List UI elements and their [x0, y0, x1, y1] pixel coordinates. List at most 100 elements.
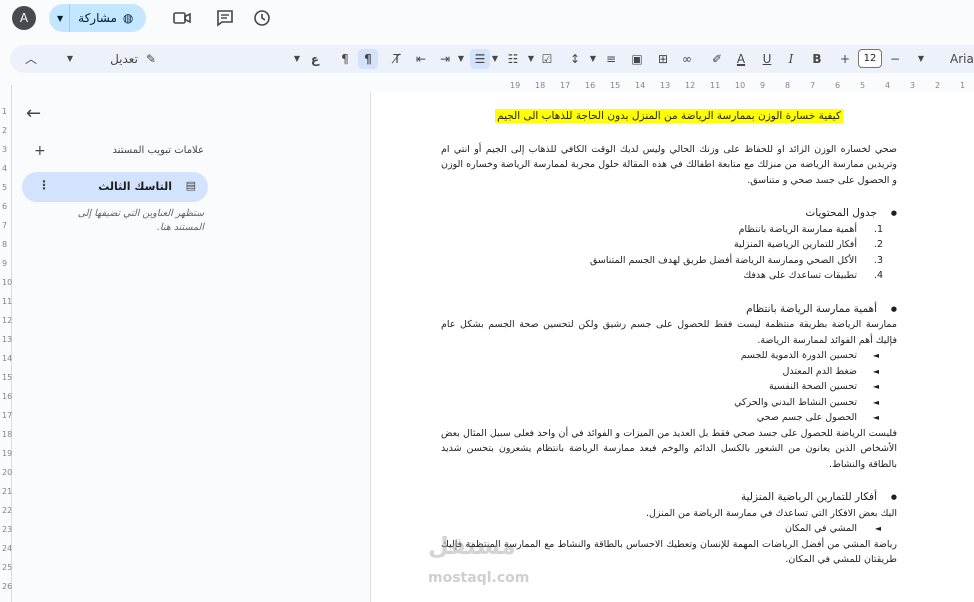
- mode-dropdown-chevron-icon[interactable]: ▼: [64, 49, 76, 69]
- ruler-tick-label: 25: [2, 563, 13, 572]
- share-divider: [69, 4, 71, 32]
- ruler-tick-label: 3: [2, 145, 8, 154]
- italic-icon[interactable]: I: [784, 49, 798, 69]
- underline-icon[interactable]: U: [760, 49, 774, 69]
- align-chevron-icon[interactable]: ▼: [588, 49, 598, 69]
- ruler-tick-label: 11: [2, 297, 13, 306]
- numbered-list-chevron-icon[interactable]: ▼: [490, 49, 500, 69]
- rtl-icon[interactable]: ¶: [358, 49, 378, 69]
- ruler-tick-label: 7: [810, 81, 816, 90]
- collapse-menus-icon[interactable]: ︿: [24, 49, 38, 69]
- ruler-tick-label: 6: [835, 81, 841, 90]
- ruler-tick-label: 2: [2, 126, 8, 135]
- tab-item-label: التاسك الثالث: [98, 180, 172, 193]
- ruler-tick-label: 1: [960, 81, 966, 90]
- ruler-tick-label: 24: [2, 544, 13, 553]
- ruler-tick-label: 10: [2, 278, 13, 287]
- numbered-list-icon[interactable]: ☰: [470, 49, 490, 69]
- indent-chevron-icon[interactable]: ▼: [456, 49, 466, 69]
- ruler-tick-label: 4: [2, 164, 8, 173]
- ruler-tick-label: 21: [2, 487, 13, 496]
- top-header: A ▼ مشاركة ◍: [0, 0, 974, 40]
- document-body[interactable]: كيفية خسارة الوزن بممارسة الرياضة من الم…: [441, 109, 897, 568]
- increase-font-size-icon[interactable]: +: [838, 49, 852, 69]
- section1-paragraph: ممارسة الرياضة بطريقة منتظمة ليست فقط لل…: [441, 319, 897, 346]
- clear-formatting-icon[interactable]: T̸: [390, 49, 404, 69]
- section2-heading: أفكار للتمارين الرياضية المنزلية: [441, 490, 897, 506]
- ruler-tick-label: 23: [2, 525, 13, 534]
- share-dropdown-chevron-icon[interactable]: ▼: [57, 14, 63, 23]
- ruler-tick-label: 22: [2, 506, 13, 515]
- benefit-item: ضغط الدم المعتدل: [441, 364, 897, 380]
- toc-item: 2. أفكار للتمارين الرياضية المنزلية: [733, 239, 883, 250]
- document-tab-icon: ▤: [185, 179, 196, 192]
- section1-paragraph-2: فليست الرياضة للحصول على جسد صحي فقط بل …: [441, 427, 897, 470]
- ruler-tick-label: 11: [710, 81, 721, 90]
- globe-icon: ◍: [122, 11, 134, 25]
- back-arrow-icon[interactable]: ←: [26, 103, 41, 124]
- insert-image-icon[interactable]: ▣: [630, 49, 644, 69]
- benefit-item: الحصول على جسم صحي: [441, 410, 897, 426]
- align-icon[interactable]: ≡: [604, 49, 618, 69]
- toc-item: 1. أهمية ممارسة الرياضة بانتظام: [738, 223, 883, 235]
- formatting-toolbar: ︿ ▼ تعديل ✎ ▼ ع ¶ ¶ T̸ ⇤ ⇥ ▼ ☰ ▼ ☷ ▼ ☑ ↕…: [10, 45, 974, 73]
- ruler-tick-label: 15: [610, 81, 621, 90]
- decrease-indent-icon[interactable]: ⇤: [414, 49, 428, 69]
- meet-video-icon[interactable]: [172, 8, 192, 28]
- ruler-tick-label: 8: [785, 81, 791, 90]
- benefit-item: تحسين الصحة النفسية: [441, 379, 897, 395]
- font-size-input[interactable]: 12: [858, 49, 882, 68]
- decrease-font-size-icon[interactable]: −: [888, 49, 902, 69]
- section2-intro: اليك بعض الافكار التي تساعدك في ممارسة ا…: [645, 507, 897, 519]
- toc-item: 4. تطبيقات تساعدك على هدفك: [743, 270, 883, 281]
- ruler-tick-label: 13: [2, 335, 13, 344]
- ruler-tick-label: 19: [510, 81, 521, 90]
- mode-label[interactable]: تعديل: [110, 49, 138, 69]
- account-avatar[interactable]: A: [12, 6, 36, 30]
- ruler-tick-label: 17: [560, 81, 571, 90]
- add-tab-icon[interactable]: +: [34, 143, 46, 159]
- bulleted-list-icon[interactable]: ☷: [506, 49, 520, 69]
- ruler-tick-label: 5: [860, 81, 866, 90]
- ruler-tick-label: 2: [935, 81, 941, 90]
- highlight-color-icon[interactable]: ✐: [710, 49, 724, 69]
- document-page[interactable]: كيفية خسارة الوزن بممارسة الرياضة من الم…: [370, 92, 974, 602]
- ruler-tick-label: 26: [2, 582, 13, 591]
- watermark-url: mostaql.com: [428, 570, 530, 586]
- font-family-select[interactable]: Arial: [950, 49, 974, 69]
- vertical-ruler: 1 2 3 4 5 6 7 8 9 10 11 12 13 14 15 16 17 18 19 20 21 22 23 24 2…: [0, 85, 12, 602]
- tab-item-active[interactable]: ⋮ التاسك الثالث ▤: [22, 172, 208, 202]
- ruler-tick-label: 1: [2, 107, 8, 116]
- add-comment-icon[interactable]: ⊞: [656, 49, 670, 69]
- checklist-icon[interactable]: ☑: [540, 49, 554, 69]
- benefit-item: تحسين الدورة الدموية للجسم: [441, 348, 897, 364]
- ruler-tick-label: 3: [910, 81, 916, 90]
- ruler-tick-label: 16: [2, 392, 13, 401]
- font-dropdown-chevron-icon[interactable]: ▼: [916, 49, 926, 69]
- ruler-tick-label: 10: [735, 81, 746, 90]
- ltr-icon[interactable]: ¶: [338, 49, 352, 69]
- ruler-tick-label: 7: [2, 221, 8, 230]
- document-tabs-title: علامات تبويب المستند: [112, 145, 205, 156]
- ruler-tick-label: 9: [760, 81, 766, 90]
- input-tools-icon[interactable]: ع: [308, 49, 322, 69]
- ruler-tick-label: 17: [2, 411, 13, 420]
- increase-indent-icon[interactable]: ⇥: [438, 49, 452, 69]
- input-tools-chevron-icon[interactable]: ▼: [292, 49, 302, 69]
- bulleted-list-chevron-icon[interactable]: ▼: [526, 49, 536, 69]
- benefit-item: تحسين النشاط البدني والحركي: [441, 395, 897, 411]
- bold-icon[interactable]: B: [810, 49, 824, 69]
- pencil-icon[interactable]: ✎: [144, 49, 158, 69]
- ruler-tick-label: 18: [2, 430, 13, 439]
- share-button[interactable]: ▼ مشاركة ◍: [49, 4, 146, 32]
- text-color-icon[interactable]: A: [734, 49, 748, 69]
- document-tabs-header: + علامات تبويب المستند: [34, 143, 212, 161]
- horizontal-ruler[interactable]: 1 2 3 4 5 6 7 8 9 10 11 12 13 14 15 16 17 18 19: [370, 81, 974, 91]
- version-history-icon[interactable]: [252, 8, 272, 28]
- ruler-tick-label: 6: [2, 202, 8, 211]
- tab-options-icon[interactable]: ⋮: [38, 178, 50, 192]
- comments-icon[interactable]: [215, 8, 235, 28]
- insert-link-icon[interactable]: ∞: [680, 49, 694, 69]
- ruler-tick-label: 9: [2, 259, 8, 268]
- line-spacing-icon[interactable]: ↕: [568, 49, 582, 69]
